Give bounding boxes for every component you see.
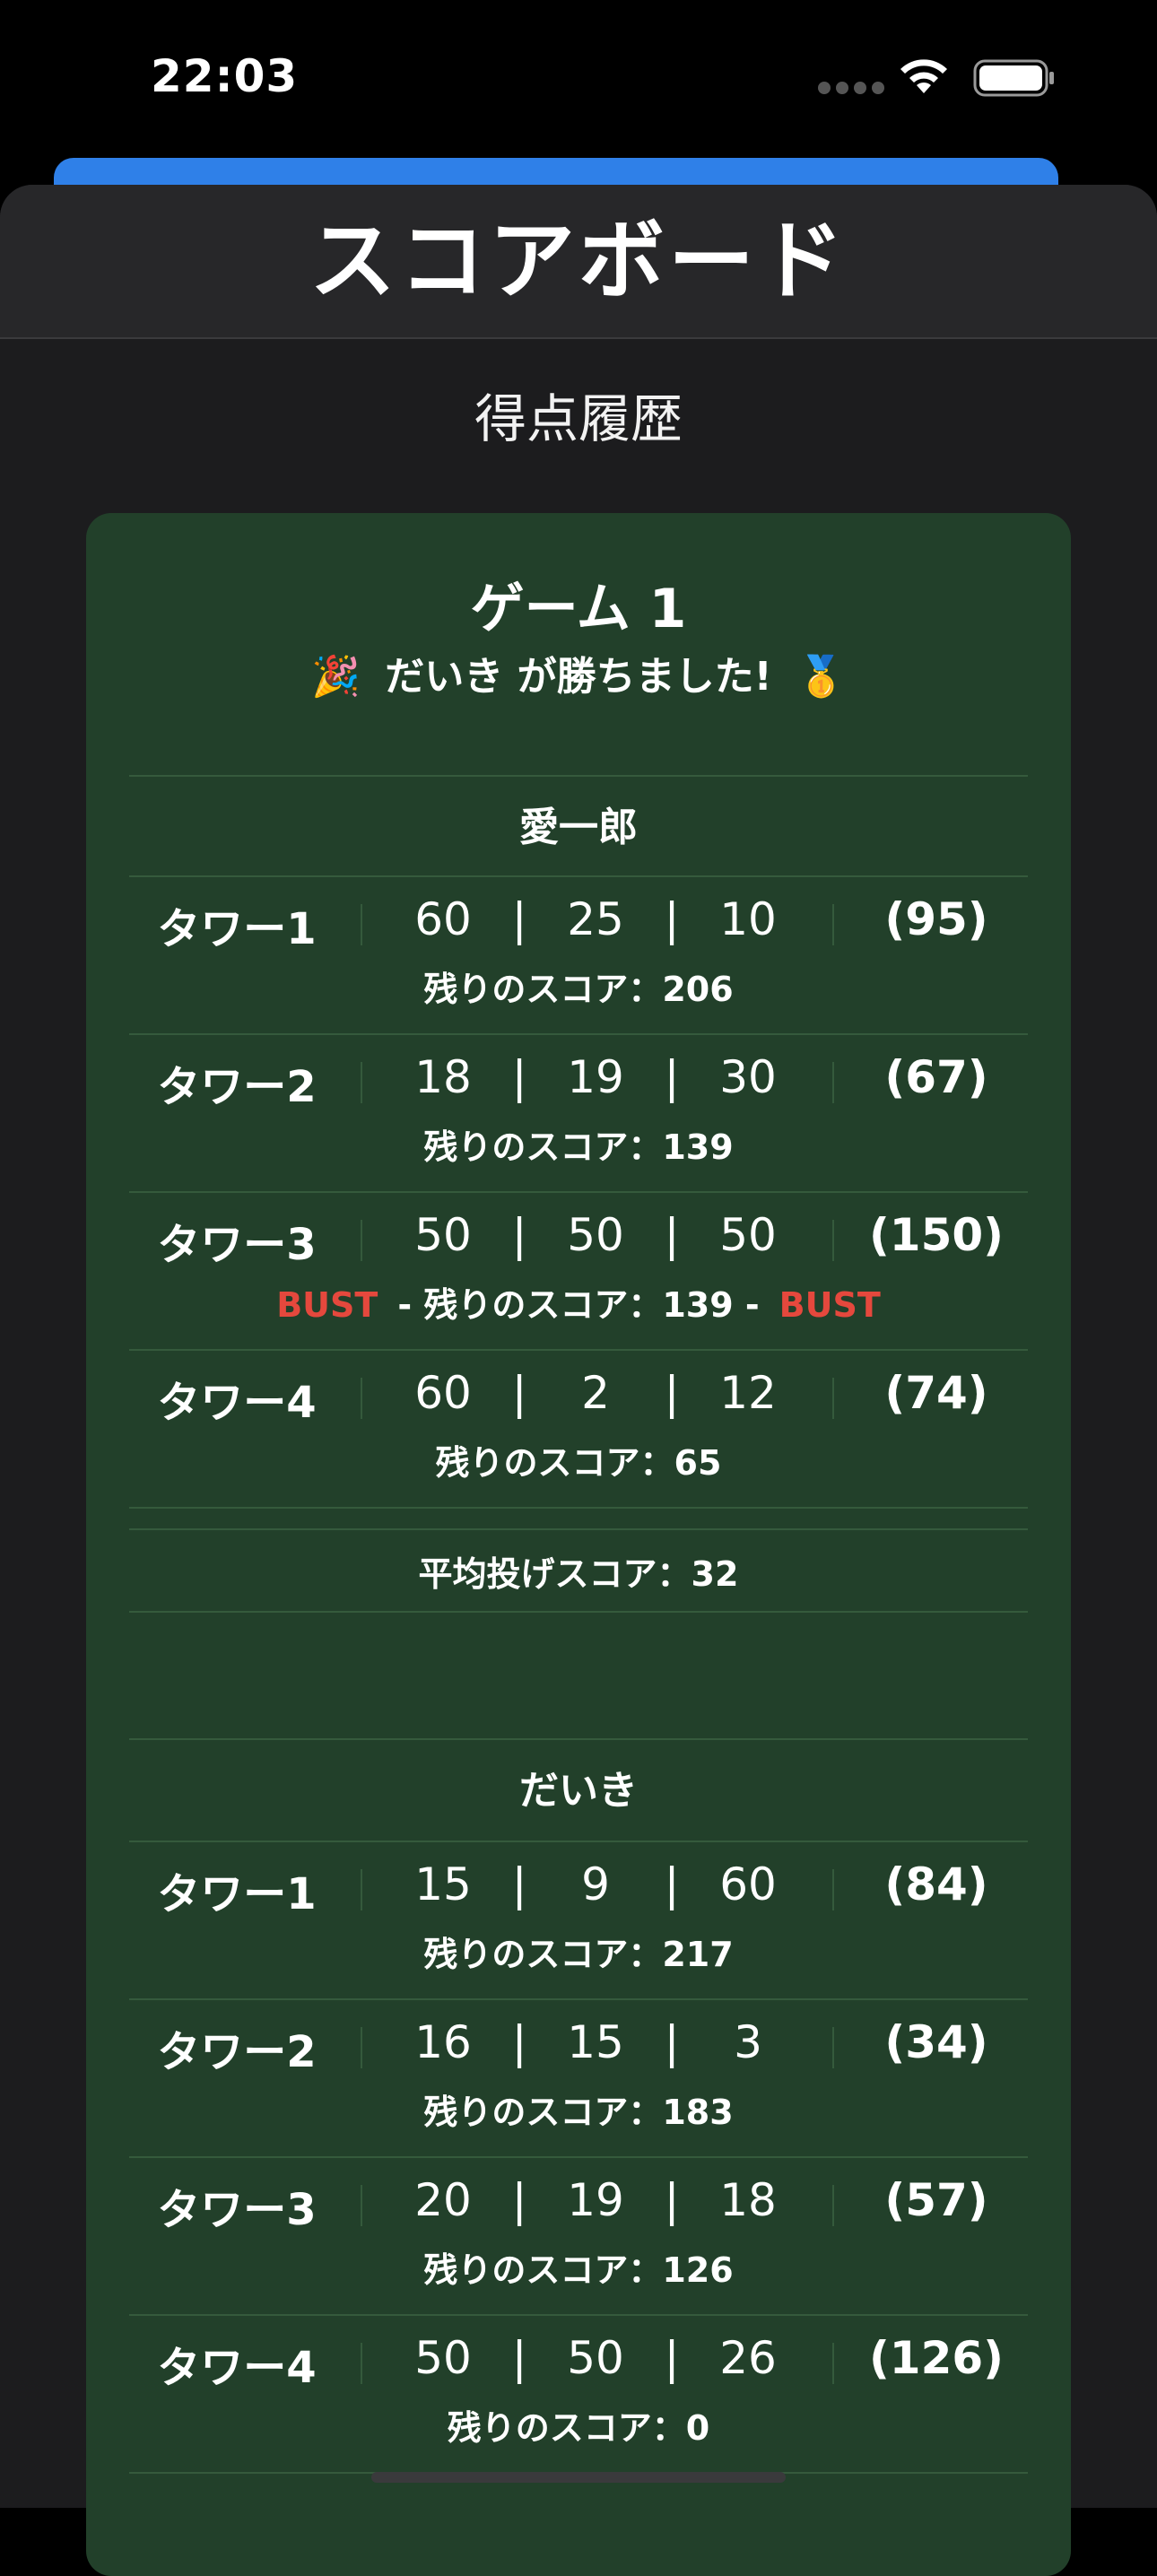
game-title: ゲーム 1 bbox=[470, 578, 687, 640]
player-name: だいき bbox=[519, 1768, 638, 1814]
tower-total: (84) bbox=[884, 1858, 988, 1910]
tower-total: (57) bbox=[884, 2174, 988, 2226]
tower-label: タワー3 bbox=[157, 1220, 317, 1270]
remaining-score: 残りのスコア：183 bbox=[423, 2093, 734, 2132]
tower-row: タワー1 15 | 9 | 60 (84) 残りのスコア：217 bbox=[129, 1842, 1028, 1998]
divider bbox=[129, 1528, 1028, 1530]
home-indicator[interactable] bbox=[371, 2472, 786, 2483]
history-title: 得点履歴 bbox=[474, 388, 683, 449]
gold-medal-icon: 🥇 bbox=[796, 654, 846, 700]
tower-label: タワー3 bbox=[157, 2185, 317, 2235]
tower-label: タワー2 bbox=[157, 1062, 317, 1112]
throw-scores: 50 | 50 | 50 bbox=[414, 1209, 777, 1261]
bust-label: BUST bbox=[276, 1285, 378, 1325]
battery-icon bbox=[973, 59, 1054, 97]
remaining-score: 残りのスコア：65 bbox=[435, 1443, 722, 1483]
status-bar: 22:03 bbox=[0, 0, 1157, 161]
tower-row: タワー4 60 | 2 | 12 (74) 残りのスコア：65 bbox=[129, 1351, 1028, 1507]
tower-total: (95) bbox=[884, 893, 988, 945]
tower-label: タワー4 bbox=[157, 1378, 317, 1428]
tower-total: (34) bbox=[884, 2016, 988, 2068]
throw-scores: 60 | 25 | 10 bbox=[414, 893, 777, 945]
tower-label: タワー2 bbox=[157, 2027, 317, 2077]
divider bbox=[129, 1507, 1028, 1509]
throw-scores: 15 | 9 | 60 bbox=[414, 1858, 777, 1910]
tower-label: タワー4 bbox=[157, 2343, 317, 2393]
throw-scores: 60 | 2 | 12 bbox=[414, 1367, 777, 1419]
divider bbox=[129, 1738, 1028, 1740]
remaining-score: 残りのスコア：139 bbox=[423, 1127, 734, 1167]
divider bbox=[129, 1611, 1028, 1613]
tower-total: (74) bbox=[884, 1367, 988, 1419]
cellular-signal-icon bbox=[818, 81, 892, 94]
tower-label: タワー1 bbox=[157, 1869, 317, 1919]
game-card: ゲーム 1 🎉 だいき が勝ちました! 🥇 愛一郎 タワー1 60 | 25 | 10 … bbox=[86, 513, 1071, 2576]
average-throw-score: 平均投げスコア：32 bbox=[418, 1554, 739, 1594]
bust-label: BUST bbox=[779, 1285, 881, 1325]
divider bbox=[129, 775, 1028, 777]
tower-row: タワー3 50 | 50 | 50 (150) BUST - 残りのスコア：139 - BU… bbox=[129, 1193, 1028, 1349]
wifi-icon bbox=[900, 59, 947, 93]
tower-label: タワー1 bbox=[157, 904, 317, 954]
tower-total: (67) bbox=[884, 1051, 988, 1103]
remaining-score: 残りのスコア：0 bbox=[447, 2408, 710, 2448]
tower-row: タワー4 50 | 50 | 26 (126) 残りのスコア：0 bbox=[129, 2316, 1028, 2472]
throw-scores: 18 | 19 | 30 bbox=[414, 1051, 777, 1103]
clock: 22:03 bbox=[151, 50, 299, 102]
tower-total: (150) bbox=[868, 1209, 1005, 1261]
tower-row: タワー1 60 | 25 | 10 (95) 残りのスコア：206 bbox=[129, 877, 1028, 1033]
sheet-header: スコアボード bbox=[0, 185, 1157, 339]
throw-scores: 50 | 50 | 26 bbox=[414, 2332, 777, 2384]
page-title: スコアボード bbox=[309, 211, 848, 311]
remaining-score: 残りのスコア：126 bbox=[423, 2250, 734, 2290]
player-name: 愛一郎 bbox=[519, 805, 638, 850]
party-popper-icon: 🎉 bbox=[311, 654, 361, 700]
tower-row: タワー2 18 | 19 | 30 (67) 残りのスコア：139 bbox=[129, 1035, 1028, 1191]
winner-text: だいき が勝ちました! bbox=[385, 654, 772, 700]
throw-scores: 16 | 15 | 3 bbox=[414, 2016, 762, 2068]
winner-banner: 🎉 だいき が勝ちました! 🥇 bbox=[86, 644, 1071, 701]
tower-total: (126) bbox=[868, 2332, 1005, 2384]
throw-scores: 20 | 19 | 18 bbox=[414, 2174, 777, 2226]
tower-row: タワー2 16 | 15 | 3 (34) 残りのスコア：183 bbox=[129, 2000, 1028, 2156]
remaining-score: 残りのスコア：206 bbox=[423, 970, 734, 1009]
tower-row: タワー3 20 | 19 | 18 (57) 残りのスコア：126 bbox=[129, 2158, 1028, 2314]
remaining-score-bust: BUST - 残りのスコア：139 - BUST bbox=[276, 1285, 881, 1325]
remaining-score: 残りのスコア：217 bbox=[423, 1935, 734, 1974]
